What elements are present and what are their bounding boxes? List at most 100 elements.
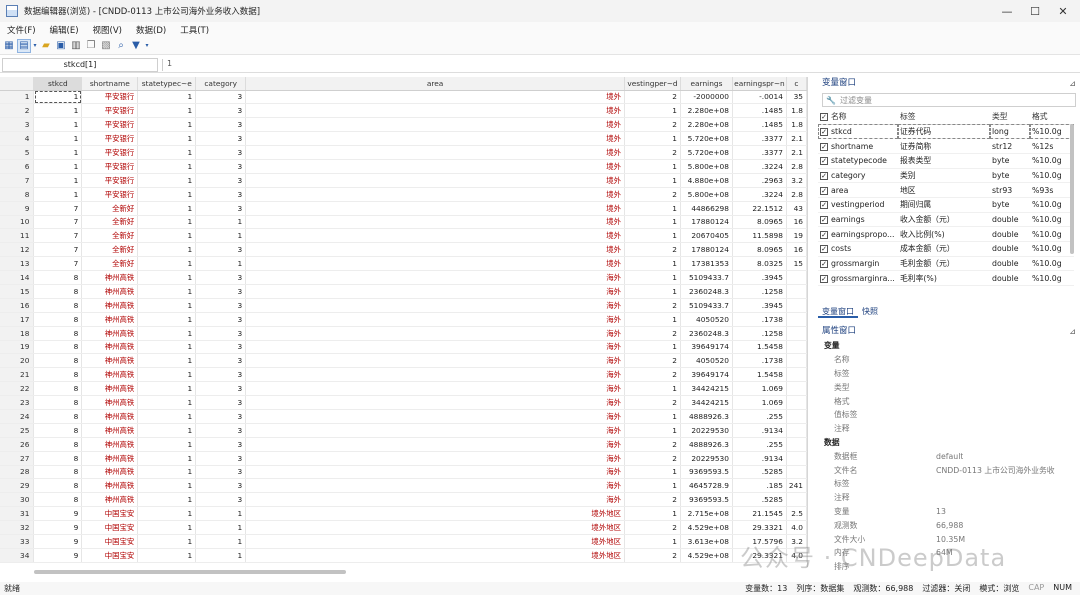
table-cell[interactable] bbox=[786, 284, 807, 299]
table-cell[interactable]: 平安银行 bbox=[81, 159, 139, 174]
table-cell[interactable]: 1 bbox=[624, 312, 681, 327]
table-cell[interactable]: 2360248.3 bbox=[680, 326, 733, 341]
table-cell[interactable]: .1738 bbox=[732, 353, 787, 369]
table-cell[interactable]: .3945 bbox=[732, 298, 787, 313]
checkbox-icon[interactable]: ✓ bbox=[820, 215, 828, 224]
column-header[interactable]: statetypec~e bbox=[137, 77, 197, 91]
checkbox-icon[interactable]: ✓ bbox=[820, 230, 828, 239]
table-cell[interactable]: 3 bbox=[195, 423, 247, 438]
row-number[interactable]: 11 bbox=[0, 228, 35, 244]
table-cell[interactable]: 神州高铁 bbox=[81, 353, 139, 369]
table-cell[interactable]: 境外 bbox=[245, 228, 625, 244]
table-cell[interactable]: 海外 bbox=[245, 409, 625, 424]
row-number[interactable]: 9 bbox=[0, 201, 35, 216]
table-row[interactable]: 25 8 神州高铁 1 3 海外 1 20229530.9134 bbox=[0, 423, 807, 438]
table-cell[interactable]: 8 bbox=[33, 409, 83, 424]
row-number[interactable]: 29 bbox=[0, 478, 35, 494]
table-cell[interactable]: 平安银行 bbox=[81, 117, 139, 133]
table-cell[interactable]: 1 bbox=[33, 145, 83, 160]
row-number[interactable]: 33 bbox=[0, 534, 35, 549]
checkbox-icon[interactable]: ✓ bbox=[820, 157, 828, 166]
table-cell[interactable]: 43 bbox=[786, 201, 807, 216]
table-cell[interactable]: 平安银行 bbox=[81, 145, 139, 160]
table-row[interactable]: 24 8 神州高铁 1 3 海外 1 4888926.3.255 bbox=[0, 409, 807, 424]
table-cell[interactable]: 9369593.5 bbox=[680, 492, 733, 508]
column-header[interactable]: shortname bbox=[81, 77, 139, 91]
checkbox-icon[interactable]: ✓ bbox=[820, 127, 828, 136]
table-cell[interactable]: 1 bbox=[624, 215, 681, 230]
table-cell[interactable]: 2 bbox=[624, 437, 681, 452]
property-section[interactable]: 数据 bbox=[818, 436, 1080, 450]
table-cell[interactable]: 1 bbox=[137, 492, 197, 508]
table-cell[interactable]: 境外地区 bbox=[245, 548, 625, 563]
table-row[interactable]: 1 1 平安银行 1 3 境外 2 -2000000 -.0014 35 bbox=[0, 90, 807, 105]
table-cell[interactable]: 9 bbox=[33, 506, 83, 522]
table-cell[interactable]: 8.0325 bbox=[732, 256, 787, 272]
table-cell[interactable]: 1 bbox=[137, 256, 197, 272]
row-number[interactable]: 13 bbox=[0, 256, 35, 272]
variable-row[interactable]: ✓ earningspropo... 收入比例(%) double %10.0g bbox=[818, 226, 1074, 242]
table-cell[interactable]: 8 bbox=[33, 478, 83, 494]
table-cell[interactable]: 8 bbox=[33, 270, 83, 285]
table-row[interactable]: 7 1 平安银行 1 3 境外 1 4.880e+08.2963 3.2 bbox=[0, 173, 807, 188]
table-cell[interactable]: 全新好 bbox=[81, 228, 139, 244]
pin-icon[interactable]: ⊿ bbox=[1069, 76, 1076, 91]
table-cell[interactable]: 4.529e+08 bbox=[680, 548, 733, 563]
table-cell[interactable]: 境外 bbox=[245, 215, 625, 230]
cell-value-field[interactable]: 1 bbox=[167, 59, 172, 68]
checkbox-icon[interactable]: ✓ bbox=[820, 171, 828, 180]
table-cell[interactable]: 1 bbox=[195, 506, 247, 522]
table-cell[interactable]: 1 bbox=[137, 437, 197, 452]
table-cell[interactable]: 海外 bbox=[245, 340, 625, 355]
table-cell[interactable]: 3 bbox=[195, 353, 247, 369]
column-header[interactable]: area bbox=[245, 77, 625, 91]
copy-icon[interactable]: ❐ bbox=[84, 39, 98, 53]
table-cell[interactable]: 20229530 bbox=[680, 423, 733, 438]
variables-header-label[interactable]: 标签 bbox=[898, 110, 990, 125]
table-cell[interactable]: .1258 bbox=[732, 284, 787, 299]
row-number[interactable]: 10 bbox=[0, 215, 35, 230]
table-cell[interactable]: 1 bbox=[624, 534, 681, 549]
table-row[interactable]: 2 1 平安银行 1 3 境外 1 2.280e+08.1485 1.8 bbox=[0, 103, 807, 119]
table-row[interactable]: 15 8 神州高铁 1 3 海外 1 2360248.3.1258 bbox=[0, 284, 807, 299]
table-cell[interactable]: 神州高铁 bbox=[81, 409, 139, 424]
table-cell[interactable]: 2.1 bbox=[786, 131, 807, 147]
table-cell[interactable]: 2 bbox=[624, 548, 681, 563]
cell-name-field[interactable]: stkcd[1] bbox=[2, 58, 158, 72]
table-cell[interactable]: 1 bbox=[137, 409, 197, 424]
table-cell[interactable]: 神州高铁 bbox=[81, 340, 139, 355]
column-header[interactable]: earnings bbox=[680, 77, 733, 91]
table-cell[interactable]: 1.069 bbox=[732, 395, 787, 410]
table-row[interactable]: 16 8 神州高铁 1 3 海外 2 5109433.7.3945 bbox=[0, 298, 807, 313]
table-cell[interactable]: 16 bbox=[786, 215, 807, 230]
table-row[interactable]: 13 7 全新好 1 1 境外 1 17381353 8.0325 15 bbox=[0, 256, 807, 272]
table-cell[interactable]: 平安银行 bbox=[81, 187, 139, 202]
table-row[interactable]: 33 9 中国宝安 1 1 境外地区 1 3.613e+08 17.5796 3.2 bbox=[0, 534, 807, 549]
table-cell[interactable]: 3 bbox=[195, 312, 247, 327]
table-cell[interactable]: 1 bbox=[137, 215, 197, 230]
table-cell[interactable]: 3 bbox=[195, 145, 247, 160]
minimize-button[interactable]: — bbox=[992, 0, 1022, 22]
filter-variables-input[interactable]: 🔧 过滤变量 bbox=[822, 93, 1076, 107]
table-cell[interactable]: 5109433.7 bbox=[680, 270, 733, 285]
table-cell[interactable]: 神州高铁 bbox=[81, 312, 139, 327]
table-cell[interactable]: 1 bbox=[137, 159, 197, 174]
table-cell[interactable]: .185 bbox=[732, 478, 787, 494]
maximize-button[interactable]: ☐ bbox=[1020, 0, 1050, 22]
variables-header-type[interactable]: 类型 bbox=[990, 110, 1030, 125]
table-row[interactable]: 9 7 全新好 1 3 境外 1 44866298 22.1512 43 bbox=[0, 201, 807, 216]
table-cell[interactable]: -2000000 bbox=[680, 90, 733, 105]
table-cell[interactable]: 8 bbox=[33, 312, 83, 327]
checkbox-icon[interactable]: ✓ bbox=[820, 113, 828, 122]
table-cell[interactable]: 9 bbox=[33, 520, 83, 535]
table-row[interactable]: 14 8 神州高铁 1 3 海外 1 5109433.7.3945 bbox=[0, 270, 807, 285]
table-cell[interactable]: 1 bbox=[33, 173, 83, 188]
variable-row[interactable]: ✓ vestingperiod 期间归属 byte %10.0g bbox=[818, 197, 1074, 213]
table-cell[interactable]: 1 bbox=[195, 215, 247, 230]
table-cell[interactable]: 2 bbox=[624, 451, 681, 466]
table-row[interactable]: 29 8 神州高铁 1 3 海外 1 4645728.9.185 241 bbox=[0, 478, 807, 494]
dropdown-arrow-icon[interactable]: ▾ bbox=[32, 39, 38, 53]
table-cell[interactable]: 5.800e+08 bbox=[680, 159, 733, 174]
table-cell[interactable]: 3 bbox=[195, 298, 247, 313]
table-cell[interactable]: 2 bbox=[624, 395, 681, 410]
